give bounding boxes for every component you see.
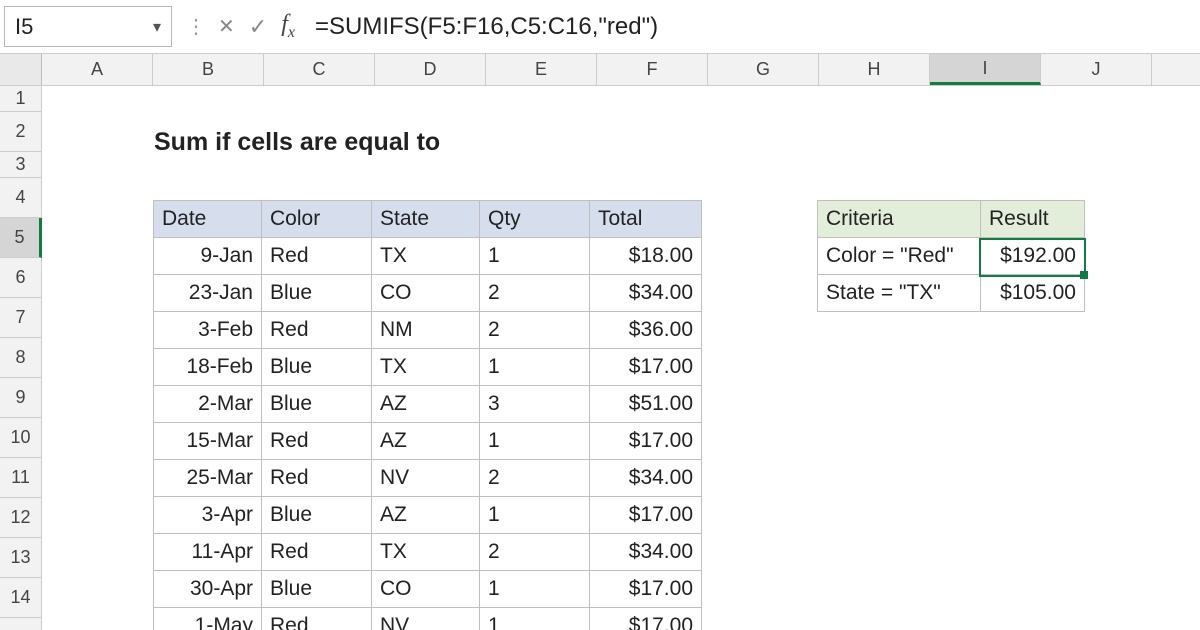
col-header[interactable]: H — [819, 54, 930, 85]
table-row: 18-FebBlueTX1$17.00 — [154, 349, 702, 386]
row-header[interactable]: 11 — [0, 458, 42, 498]
col-header[interactable]: C — [264, 54, 375, 85]
th-total[interactable]: Total — [590, 201, 702, 238]
name-box-value: I5 — [15, 14, 147, 40]
table-row: 2-MarBlueAZ3$51.00 — [154, 386, 702, 423]
col-header[interactable]: B — [153, 54, 264, 85]
th-state[interactable]: State — [372, 201, 480, 238]
col-header[interactable]: A — [42, 54, 153, 85]
table-row: 9-JanRedTX1$18.00 — [154, 238, 702, 275]
table-row: 11-AprRedTX2$34.00 — [154, 534, 702, 571]
row-header[interactable]: 12 — [0, 498, 42, 538]
col-header[interactable]: J — [1041, 54, 1152, 85]
col-header[interactable]: F — [597, 54, 708, 85]
cancel-icon[interactable]: ✕ — [218, 14, 235, 39]
table-row: 15-MarRedAZ1$17.00 — [154, 423, 702, 460]
row-header[interactable]: 6 — [0, 258, 42, 298]
th-criteria[interactable]: Criteria — [818, 201, 981, 238]
row-header[interactable]: 15 — [0, 618, 42, 630]
data-table: Date Color State Qty Total 9-JanRedTX1$1… — [153, 200, 702, 630]
col-header[interactable]: E — [486, 54, 597, 85]
row-header[interactable]: 2 — [0, 112, 42, 152]
th-color[interactable]: Color — [262, 201, 372, 238]
enter-icon[interactable]: ✓ — [249, 14, 267, 40]
row-header[interactable]: 1 — [0, 86, 42, 112]
formula-input[interactable]: =SUMIFS(F5:F16,C5:C16,"red") — [309, 0, 1200, 53]
criteria-table: Criteria Result Color = "Red" $192.00 St… — [817, 200, 1085, 312]
formula-bar-buttons: ⋮ ✕ ✓ fx — [172, 0, 309, 53]
chevron-down-icon[interactable]: ▾ — [153, 17, 161, 37]
row-header[interactable]: 13 — [0, 538, 42, 578]
table-row: 30-AprBlueCO1$17.00 — [154, 571, 702, 608]
table-row: 3-FebRedNM2$36.00 — [154, 312, 702, 349]
drag-handle-icon[interactable]: ⋮ — [186, 14, 204, 39]
table-row: 3-AprBlueAZ1$17.00 — [154, 497, 702, 534]
table-row: Color = "Red" $192.00 — [818, 238, 1085, 275]
row-header[interactable]: 5 — [0, 218, 42, 258]
row-header[interactable]: 9 — [0, 378, 42, 418]
row-headers: 1 2 3 4 5 6 7 8 9 10 11 12 13 14 15 — [0, 86, 42, 630]
worksheet-area[interactable]: Sum if cells are equal to Date Color Sta… — [42, 86, 1200, 630]
row-header[interactable]: 10 — [0, 418, 42, 458]
formula-bar: I5 ▾ ⋮ ✕ ✓ fx =SUMIFS(F5:F16,C5:C16,"red… — [0, 0, 1200, 54]
fx-icon[interactable]: fx — [281, 11, 295, 42]
result-cell-2[interactable]: $105.00 — [981, 275, 1085, 312]
result-cell-1[interactable]: $192.00 — [981, 238, 1085, 275]
row-header[interactable]: 8 — [0, 338, 42, 378]
column-headers: A B C D E F G H I J — [0, 54, 1200, 86]
row-header[interactable]: 7 — [0, 298, 42, 338]
page-title: Sum if cells are equal to — [154, 128, 440, 157]
th-qty[interactable]: Qty — [480, 201, 590, 238]
select-all-corner[interactable] — [0, 54, 42, 85]
table-row: 1-MayRedNV1$17.00 — [154, 608, 702, 630]
col-header[interactable]: I — [930, 54, 1041, 85]
table-row: 25-MarRedNV2$34.00 — [154, 460, 702, 497]
table-row: 23-JanBlueCO2$34.00 — [154, 275, 702, 312]
th-result[interactable]: Result — [981, 201, 1085, 238]
table-row: State = "TX" $105.00 — [818, 275, 1085, 312]
row-header[interactable]: 3 — [0, 152, 42, 178]
th-date[interactable]: Date — [154, 201, 262, 238]
row-header[interactable]: 4 — [0, 178, 42, 218]
col-header[interactable]: D — [375, 54, 486, 85]
row-header[interactable]: 14 — [0, 578, 42, 618]
name-box[interactable]: I5 ▾ — [4, 6, 172, 47]
col-header[interactable]: G — [708, 54, 819, 85]
